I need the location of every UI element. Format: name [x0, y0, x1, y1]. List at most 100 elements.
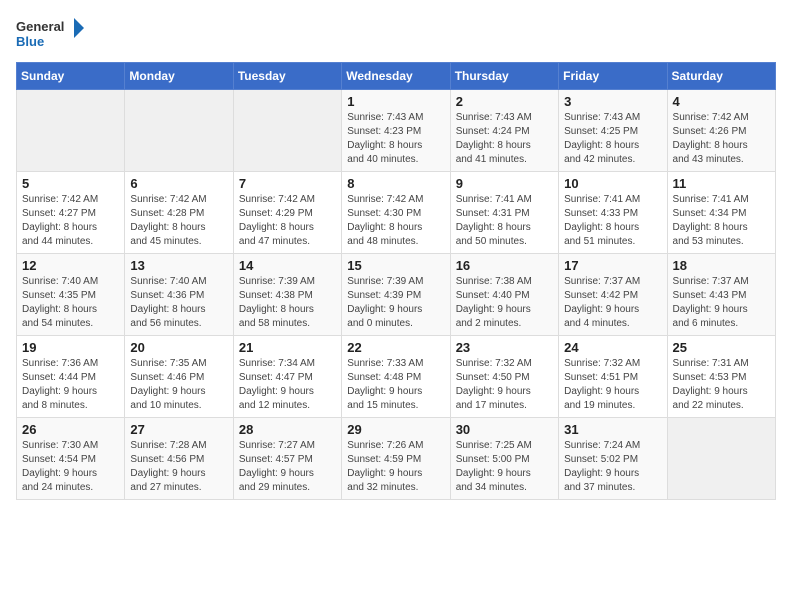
- day-cell: 14 Sunrise: 7:39 AM Sunset: 4:38 PM Dayli…: [233, 254, 341, 336]
- week-row-3: 12 Sunrise: 7:40 AM Sunset: 4:35 PM Dayli…: [17, 254, 776, 336]
- header-cell-friday: Friday: [559, 63, 667, 90]
- day-info: Sunrise: 7:40 AM Sunset: 4:36 PM Dayligh…: [130, 275, 227, 331]
- day-cell: 16 Sunrise: 7:38 AM Sunset: 4:40 PM Dayli…: [450, 254, 558, 336]
- day-info: Sunrise: 7:31 AM Sunset: 4:53 PM Dayligh…: [673, 357, 770, 413]
- day-cell: 9 Sunrise: 7:41 AM Sunset: 4:31 PM Daylig…: [450, 172, 558, 254]
- day-info: Sunrise: 7:38 AM Sunset: 4:40 PM Dayligh…: [456, 275, 553, 331]
- header-row: SundayMondayTuesdayWednesdayThursdayFrid…: [17, 63, 776, 90]
- day-info: Sunrise: 7:41 AM Sunset: 4:31 PM Dayligh…: [456, 193, 553, 249]
- day-number: 19: [22, 340, 119, 355]
- week-row-5: 26 Sunrise: 7:30 AM Sunset: 4:54 PM Dayli…: [17, 418, 776, 500]
- day-info: Sunrise: 7:35 AM Sunset: 4:46 PM Dayligh…: [130, 357, 227, 413]
- day-cell: [667, 418, 775, 500]
- day-number: 7: [239, 176, 336, 191]
- header-cell-thursday: Thursday: [450, 63, 558, 90]
- week-row-2: 5 Sunrise: 7:42 AM Sunset: 4:27 PM Daylig…: [17, 172, 776, 254]
- day-number: 26: [22, 422, 119, 437]
- day-cell: 11Sunrise: 7:41 AM Sunset: 4:34 PM Dayli…: [667, 172, 775, 254]
- day-info: Sunrise: 7:39 AM Sunset: 4:39 PM Dayligh…: [347, 275, 444, 331]
- page-header: General Blue: [16, 16, 776, 52]
- day-cell: 3 Sunrise: 7:43 AM Sunset: 4:25 PM Daylig…: [559, 90, 667, 172]
- day-info: Sunrise: 7:39 AM Sunset: 4:38 PM Dayligh…: [239, 275, 336, 331]
- day-number: 1: [347, 94, 444, 109]
- day-number: 16: [456, 258, 553, 273]
- day-cell: 4 Sunrise: 7:42 AM Sunset: 4:26 PM Daylig…: [667, 90, 775, 172]
- day-cell: 29 Sunrise: 7:26 AM Sunset: 4:59 PM Dayli…: [342, 418, 450, 500]
- day-info: Sunrise: 7:27 AM Sunset: 4:57 PM Dayligh…: [239, 439, 336, 495]
- day-info: Sunrise: 7:42 AM Sunset: 4:28 PM Dayligh…: [130, 193, 227, 249]
- day-info: Sunrise: 7:25 AM Sunset: 5:00 PM Dayligh…: [456, 439, 553, 495]
- day-info: Sunrise: 7:34 AM Sunset: 4:47 PM Dayligh…: [239, 357, 336, 413]
- day-cell: 7 Sunrise: 7:42 AM Sunset: 4:29 PM Daylig…: [233, 172, 341, 254]
- day-number: 24: [564, 340, 661, 355]
- day-number: 28: [239, 422, 336, 437]
- day-cell: 5 Sunrise: 7:42 AM Sunset: 4:27 PM Daylig…: [17, 172, 125, 254]
- day-info: Sunrise: 7:42 AM Sunset: 4:29 PM Dayligh…: [239, 193, 336, 249]
- day-info: Sunrise: 7:37 AM Sunset: 4:42 PM Dayligh…: [564, 275, 661, 331]
- svg-text:Blue: Blue: [16, 34, 44, 49]
- day-number: 13: [130, 258, 227, 273]
- week-row-1: 1 Sunrise: 7:43 AM Sunset: 4:23 PM Daylig…: [17, 90, 776, 172]
- day-info: Sunrise: 7:42 AM Sunset: 4:27 PM Dayligh…: [22, 193, 119, 249]
- day-number: 9: [456, 176, 553, 191]
- day-info: Sunrise: 7:41 AM Sunset: 4:33 PM Dayligh…: [564, 193, 661, 249]
- day-number: 25: [673, 340, 770, 355]
- day-number: 4: [673, 94, 770, 109]
- day-cell: 30Sunrise: 7:25 AM Sunset: 5:00 PM Dayli…: [450, 418, 558, 500]
- day-cell: 8 Sunrise: 7:42 AM Sunset: 4:30 PM Daylig…: [342, 172, 450, 254]
- day-number: 17: [564, 258, 661, 273]
- header-cell-wednesday: Wednesday: [342, 63, 450, 90]
- day-info: Sunrise: 7:42 AM Sunset: 4:26 PM Dayligh…: [673, 111, 770, 167]
- day-number: 6: [130, 176, 227, 191]
- day-cell: 19 Sunrise: 7:36 AM Sunset: 4:44 PM Dayli…: [17, 336, 125, 418]
- day-info: Sunrise: 7:32 AM Sunset: 4:50 PM Dayligh…: [456, 357, 553, 413]
- logo-svg: General Blue: [16, 16, 86, 52]
- day-cell: 12 Sunrise: 7:40 AM Sunset: 4:35 PM Dayli…: [17, 254, 125, 336]
- day-cell: 10 Sunrise: 7:41 AM Sunset: 4:33 PM Dayli…: [559, 172, 667, 254]
- day-cell: 28 Sunrise: 7:27 AM Sunset: 4:57 PM Dayli…: [233, 418, 341, 500]
- day-info: Sunrise: 7:43 AM Sunset: 4:25 PM Dayligh…: [564, 111, 661, 167]
- logo: General Blue: [16, 16, 86, 52]
- day-cell: 1 Sunrise: 7:43 AM Sunset: 4:23 PM Daylig…: [342, 90, 450, 172]
- day-info: Sunrise: 7:32 AM Sunset: 4:51 PM Dayligh…: [564, 357, 661, 413]
- header-cell-saturday: Saturday: [667, 63, 775, 90]
- day-cell: 27 Sunrise: 7:28 AM Sunset: 4:56 PM Dayli…: [125, 418, 233, 500]
- day-number: 27: [130, 422, 227, 437]
- day-info: Sunrise: 7:41 AM Sunset: 4:34 PM Dayligh…: [673, 193, 770, 249]
- day-number: 10: [564, 176, 661, 191]
- day-cell: [17, 90, 125, 172]
- day-info: Sunrise: 7:37 AM Sunset: 4:43 PM Dayligh…: [673, 275, 770, 331]
- svg-text:General: General: [16, 19, 64, 34]
- day-number: 31: [564, 422, 661, 437]
- day-info: Sunrise: 7:43 AM Sunset: 4:23 PM Dayligh…: [347, 111, 444, 167]
- day-number: 5: [22, 176, 119, 191]
- day-cell: 15 Sunrise: 7:39 AM Sunset: 4:39 PM Dayli…: [342, 254, 450, 336]
- calendar-table: SundayMondayTuesdayWednesdayThursdayFrid…: [16, 62, 776, 500]
- day-info: Sunrise: 7:30 AM Sunset: 4:54 PM Dayligh…: [22, 439, 119, 495]
- day-number: 3: [564, 94, 661, 109]
- day-number: 22: [347, 340, 444, 355]
- day-cell: 31 Sunrise: 7:24 AM Sunset: 5:02 PM Dayli…: [559, 418, 667, 500]
- day-info: Sunrise: 7:28 AM Sunset: 4:56 PM Dayligh…: [130, 439, 227, 495]
- day-info: Sunrise: 7:36 AM Sunset: 4:44 PM Dayligh…: [22, 357, 119, 413]
- day-cell: 2 Sunrise: 7:43 AM Sunset: 4:24 PM Daylig…: [450, 90, 558, 172]
- day-cell: 20Sunrise: 7:35 AM Sunset: 4:46 PM Dayli…: [125, 336, 233, 418]
- day-info: Sunrise: 7:42 AM Sunset: 4:30 PM Dayligh…: [347, 193, 444, 249]
- day-cell: 25 Sunrise: 7:31 AM Sunset: 4:53 PM Dayli…: [667, 336, 775, 418]
- day-number: 15: [347, 258, 444, 273]
- day-info: Sunrise: 7:43 AM Sunset: 4:24 PM Dayligh…: [456, 111, 553, 167]
- day-number: 12: [22, 258, 119, 273]
- day-info: Sunrise: 7:40 AM Sunset: 4:35 PM Dayligh…: [22, 275, 119, 331]
- header-cell-sunday: Sunday: [17, 63, 125, 90]
- day-cell: 21Sunrise: 7:34 AM Sunset: 4:47 PM Dayli…: [233, 336, 341, 418]
- day-cell: 18Sunrise: 7:37 AM Sunset: 4:43 PM Dayli…: [667, 254, 775, 336]
- day-number: 29: [347, 422, 444, 437]
- day-number: 2: [456, 94, 553, 109]
- day-number: 23: [456, 340, 553, 355]
- header-cell-tuesday: Tuesday: [233, 63, 341, 90]
- day-info: Sunrise: 7:26 AM Sunset: 4:59 PM Dayligh…: [347, 439, 444, 495]
- day-number: 8: [347, 176, 444, 191]
- day-info: Sunrise: 7:24 AM Sunset: 5:02 PM Dayligh…: [564, 439, 661, 495]
- day-number: 14: [239, 258, 336, 273]
- day-cell: [125, 90, 233, 172]
